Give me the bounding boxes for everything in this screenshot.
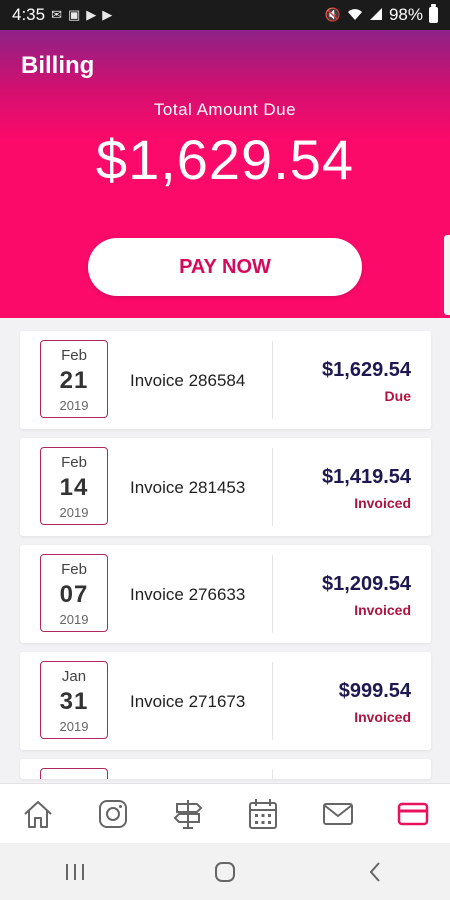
invoice-date: Jan 31 2019 <box>40 661 108 739</box>
invoice-status: Due <box>384 388 411 404</box>
image-icon: ▣ <box>68 7 81 22</box>
recent-apps-icon[interactable] <box>45 847 105 897</box>
invoice-status: Invoiced <box>354 495 411 511</box>
invoice-amount: $999.54 <box>338 680 411 702</box>
gmail-icon: ✉ <box>51 7 62 22</box>
divider <box>272 769 273 779</box>
invoice-list: Feb 21 2019 Invoice 286584 $1,629.54 Due… <box>20 331 431 788</box>
pay-now-button[interactable]: PAY NOW <box>88 238 362 296</box>
instagram-icon[interactable] <box>88 789 138 839</box>
invoice-amount: $1,629.54 <box>322 359 411 381</box>
invoice-card[interactable]: Feb 07 2019 Invoice 276633 $1,209.54 Inv… <box>20 545 431 643</box>
system-navigation-bar <box>0 843 450 900</box>
invoice-day: 07 <box>59 581 89 608</box>
invoice-status: Invoiced <box>354 602 411 618</box>
invoice-month: Jan <box>61 668 87 685</box>
bottom-navigation <box>0 783 450 844</box>
billing-header: Billing Total Amount Due $1,629.54 PAY N… <box>0 30 450 318</box>
invoice-number: Invoice 276633 <box>130 585 246 604</box>
invoice-year: 2019 <box>59 612 89 627</box>
invoice-number: Invoice 271673 <box>130 692 246 711</box>
play-icon: ▶ <box>86 7 97 22</box>
invoice-day: 21 <box>59 367 89 394</box>
battery-percent: 98% <box>388 5 423 24</box>
invoice-number: Invoice 281453 <box>130 478 246 497</box>
play-icon: ▶ <box>102 7 113 22</box>
invoice-card[interactable]: Jan 31 2019 Invoice 271673 $999.54 Invoi… <box>20 652 431 750</box>
home-button-icon[interactable] <box>195 847 255 897</box>
back-icon[interactable] <box>345 847 405 897</box>
mute-icon: 🔇 <box>324 7 341 22</box>
status-right: 🔇 98% <box>324 4 438 25</box>
status-left: 4:35 ✉ ▣ ▶ ▶ <box>12 5 112 25</box>
invoice-month: Feb <box>61 347 87 364</box>
total-amount-value: $1,629.54 <box>95 128 355 191</box>
battery-icon <box>429 4 438 23</box>
home-icon[interactable] <box>13 789 63 839</box>
edge-panel-handle[interactable] <box>444 235 450 315</box>
divider <box>272 662 273 740</box>
invoice-date: Feb 07 2019 <box>40 554 108 632</box>
invoice-amount: $1,209.54 <box>322 573 411 595</box>
invoice-card[interactable]: Feb 14 2019 Invoice 281453 $1,419.54 Inv… <box>20 438 431 536</box>
invoice-card[interactable]: Feb 21 2019 Invoice 286584 $1,629.54 Due <box>20 331 431 429</box>
invoice-number: Invoice 286584 <box>130 371 246 390</box>
invoice-year: 2019 <box>59 505 89 520</box>
divider <box>272 341 273 419</box>
invoice-date <box>40 768 108 779</box>
invoice-status: Invoiced <box>354 709 411 725</box>
credit-card-icon[interactable] <box>388 789 438 839</box>
wifi-icon <box>347 7 363 24</box>
invoice-day: 14 <box>59 474 89 501</box>
invoice-month: Feb <box>61 561 87 578</box>
invoice-year: 2019 <box>59 719 89 734</box>
invoice-date: Feb 14 2019 <box>40 447 108 525</box>
divider <box>272 555 273 633</box>
invoice-amount: $1,419.54 <box>322 466 411 488</box>
status-time: 4:35 <box>12 5 46 24</box>
invoice-month: Feb <box>61 454 87 471</box>
invoice-card-partial[interactable] <box>20 759 431 779</box>
page-title: Billing <box>21 52 95 79</box>
invoice-day: 31 <box>59 688 89 715</box>
signal-icon <box>369 7 383 24</box>
invoice-year: 2019 <box>59 398 89 413</box>
calendar-icon[interactable] <box>238 789 288 839</box>
signpost-icon[interactable] <box>163 789 213 839</box>
mail-icon[interactable] <box>313 789 363 839</box>
total-amount-label: Total Amount Due <box>153 100 297 119</box>
status-bar: 4:35 ✉ ▣ ▶ ▶ 🔇 98% <box>0 0 450 30</box>
invoice-date: Feb 21 2019 <box>40 340 108 418</box>
divider <box>272 448 273 526</box>
